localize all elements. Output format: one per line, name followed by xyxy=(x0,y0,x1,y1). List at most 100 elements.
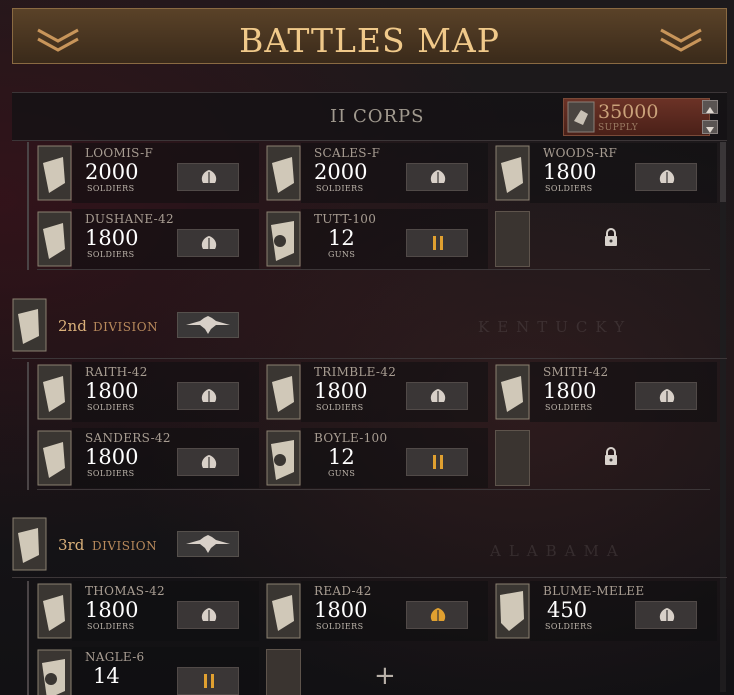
lock-icon xyxy=(605,447,617,465)
upgrade-bars-icon xyxy=(433,455,443,469)
unit-card[interactable]: SANDERS-42 1800 SOLDIERS xyxy=(37,428,259,488)
division-label: DIVISION xyxy=(93,320,159,334)
division-shield-icon xyxy=(12,517,47,571)
unit-action-button[interactable] xyxy=(177,229,239,257)
unit-type: SOLDIERS xyxy=(87,622,135,631)
unit-card[interactable]: LOOMIS-F 2000 SOLDIERS xyxy=(37,143,259,203)
unit-action-button[interactable] xyxy=(406,163,468,191)
add-unit-slot[interactable]: + xyxy=(266,647,488,695)
scrollbar-thumb[interactable] xyxy=(720,142,726,202)
infantry-shield-icon xyxy=(495,145,530,201)
unit-card[interactable]: TRIMBLE-42 1800 SOLDIERS xyxy=(266,362,488,422)
unit-action-button[interactable] xyxy=(406,229,468,257)
supply-crate-icon xyxy=(567,101,595,133)
empty-slot-card xyxy=(495,211,530,267)
unit-card[interactable]: TUTT-100 12 GUNS xyxy=(266,209,488,269)
unit-action-button[interactable] xyxy=(635,382,697,410)
unit-action-button[interactable] xyxy=(406,601,468,629)
division-eagle-button[interactable] xyxy=(177,312,239,338)
unit-action-button[interactable] xyxy=(406,382,468,410)
leaf-icon xyxy=(659,608,675,621)
unit-count: 2000 xyxy=(314,160,368,184)
unit-card[interactable]: SMITH-42 1800 SOLDIERS xyxy=(495,362,717,422)
division-header[interactable]: 2nd DIVISION xyxy=(12,298,727,359)
unit-count: 1800 xyxy=(543,160,597,184)
unit-count: 14 xyxy=(93,664,120,688)
unit-type: SOLDIERS xyxy=(545,184,593,193)
unit-name: TRIMBLE-42 xyxy=(314,365,397,379)
unit-card[interactable]: DUSHANE-42 1800 SOLDIERS xyxy=(37,209,259,269)
corps-title: II CORPS xyxy=(330,106,425,127)
unit-action-button[interactable] xyxy=(177,667,239,695)
unit-action-button[interactable] xyxy=(177,601,239,629)
unit-action-button[interactable] xyxy=(406,448,468,476)
unit-type: SOLDIERS xyxy=(316,184,364,193)
upgrade-bars-icon xyxy=(433,236,443,250)
unit-name: RAITH-42 xyxy=(85,365,148,379)
leaf-icon xyxy=(430,170,446,183)
triangle-down-icon xyxy=(706,127,714,133)
unit-count: 1800 xyxy=(85,226,139,250)
collapse-chevron-right-icon[interactable] xyxy=(658,24,704,54)
unit-action-button[interactable] xyxy=(635,163,697,191)
unit-card[interactable]: NAGLE-6 14 xyxy=(37,647,259,695)
infantry-shield-icon xyxy=(37,364,72,420)
leaf-icon xyxy=(201,455,217,468)
artillery-shield-icon xyxy=(37,649,72,695)
unit-card[interactable]: WOODS-RF 1800 SOLDIERS xyxy=(495,143,717,203)
unit-name: TUTT-100 xyxy=(314,212,377,226)
unit-name: WOODS-RF xyxy=(543,146,618,160)
unit-type: SOLDIERS xyxy=(316,403,364,412)
unit-name: SCALES-F xyxy=(314,146,381,160)
unit-type: SOLDIERS xyxy=(316,622,364,631)
division-eagle-button[interactable] xyxy=(177,531,239,557)
supply-value: 35000 xyxy=(598,101,659,123)
empty-slot-card xyxy=(495,430,530,486)
scrollbar[interactable] xyxy=(720,142,726,692)
unit-count: 1800 xyxy=(85,379,139,403)
eagle-icon xyxy=(186,316,230,334)
unit-count: 1800 xyxy=(314,598,368,622)
unit-count: 12 xyxy=(328,226,355,250)
page-title: BATTLES MAP xyxy=(239,21,500,60)
unit-card[interactable]: THOMAS-42 1800 SOLDIERS xyxy=(37,581,259,641)
leaf-icon xyxy=(201,389,217,402)
division-number: 3rd xyxy=(58,536,85,554)
unit-type: SOLDIERS xyxy=(87,403,135,412)
unit-action-button[interactable] xyxy=(635,601,697,629)
unit-action-button[interactable] xyxy=(177,382,239,410)
empty-slot-card xyxy=(266,649,301,695)
division-label: DIVISION xyxy=(92,539,158,553)
supply-increase-button[interactable] xyxy=(702,100,718,114)
unit-name: THOMAS-42 xyxy=(85,584,165,598)
supply-label: SUPPLY xyxy=(598,123,639,133)
unit-card[interactable]: RAITH-42 1800 SOLDIERS xyxy=(37,362,259,422)
unit-count: 12 xyxy=(328,445,355,469)
unit-count: 1800 xyxy=(543,379,597,403)
unit-card[interactable]: READ-42 1800 SOLDIERS xyxy=(266,581,488,641)
infantry-shield-icon xyxy=(495,364,530,420)
division-bracket xyxy=(27,142,29,270)
supply-decrease-button[interactable] xyxy=(702,120,718,134)
supply-display: 35000 SUPPLY xyxy=(563,98,710,136)
unit-name: BOYLE-100 xyxy=(314,431,388,445)
leaf-icon xyxy=(201,236,217,249)
unit-count: 450 xyxy=(547,598,588,622)
leaf-icon xyxy=(659,170,675,183)
infantry-shield-icon xyxy=(37,211,72,267)
unit-card[interactable]: BLUME-MELEE 450 SOLDIERS xyxy=(495,581,717,641)
unit-action-button[interactable] xyxy=(177,448,239,476)
unit-name: SANDERS-42 xyxy=(85,431,171,445)
artillery-shield-icon xyxy=(266,211,301,267)
infantry-shield-icon xyxy=(37,583,72,639)
unit-type: SOLDIERS xyxy=(87,469,135,478)
division-header[interactable]: 3rd DIVISION xyxy=(12,517,727,578)
unit-action-button[interactable] xyxy=(177,163,239,191)
unit-card[interactable]: SCALES-F 2000 SOLDIERS xyxy=(266,143,488,203)
unit-type: GUNS xyxy=(328,469,356,478)
unit-count: 2000 xyxy=(85,160,139,184)
eagle-icon xyxy=(186,535,230,553)
unit-card[interactable]: BOYLE-100 12 GUNS xyxy=(266,428,488,488)
division-divider xyxy=(37,269,710,270)
unit-type: SOLDIERS xyxy=(87,184,135,193)
